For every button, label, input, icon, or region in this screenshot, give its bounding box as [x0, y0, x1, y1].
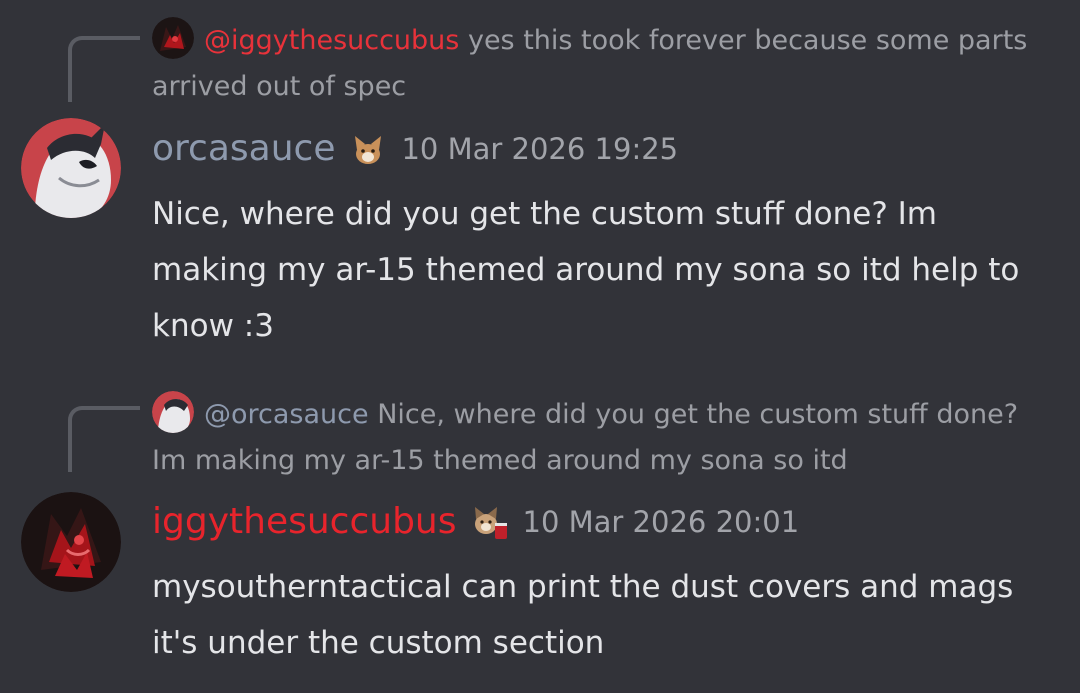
white-orca-character-avatar-icon — [21, 118, 121, 218]
reply-avatar-icon — [152, 17, 194, 59]
reply-preview[interactable]: @iggythesuccubus yes this took forever b… — [152, 17, 1032, 110]
reply-preview[interactable]: @orcasauce Nice, where did you get the c… — [152, 391, 1032, 484]
message-iggythesuccubus[interactable]: @orcasauce Nice, where did you get the c… — [0, 380, 1080, 693]
dark-red-character-avatar-icon — [21, 492, 121, 592]
message-timestamp[interactable]: 10 Mar 2026 20:01 — [523, 505, 800, 539]
author-username[interactable]: orcasauce — [152, 128, 335, 169]
message-content: mysoutherntactical can print the dust co… — [152, 569, 1014, 661]
reply-avatar-icon — [152, 391, 194, 433]
message-timestamp[interactable]: 10 Mar 2026 19:25 — [401, 132, 678, 166]
message-header: orcasauce 10 Mar 2026 19:25 — [152, 128, 678, 169]
message-orcasauce[interactable]: @iggythesuccubus yes this took forever b… — [0, 0, 1080, 370]
author-avatar[interactable] — [21, 492, 121, 592]
reply-mention[interactable]: @iggythesuccubus — [204, 25, 459, 56]
reply-connector — [68, 406, 140, 472]
author-username[interactable]: iggythesuccubus — [152, 501, 457, 542]
reply-mention[interactable]: @orcasauce — [204, 399, 369, 430]
pet-with-red-cup-badge-icon — [471, 503, 509, 541]
message-header: iggythesuccubus 10 Mar 2026 20:01 — [152, 501, 799, 542]
pet-emoji-badge-icon — [349, 130, 387, 168]
author-avatar[interactable] — [21, 118, 121, 218]
reply-connector — [68, 36, 140, 102]
message-content: Nice, where did you get the custom stuff… — [152, 196, 1020, 344]
